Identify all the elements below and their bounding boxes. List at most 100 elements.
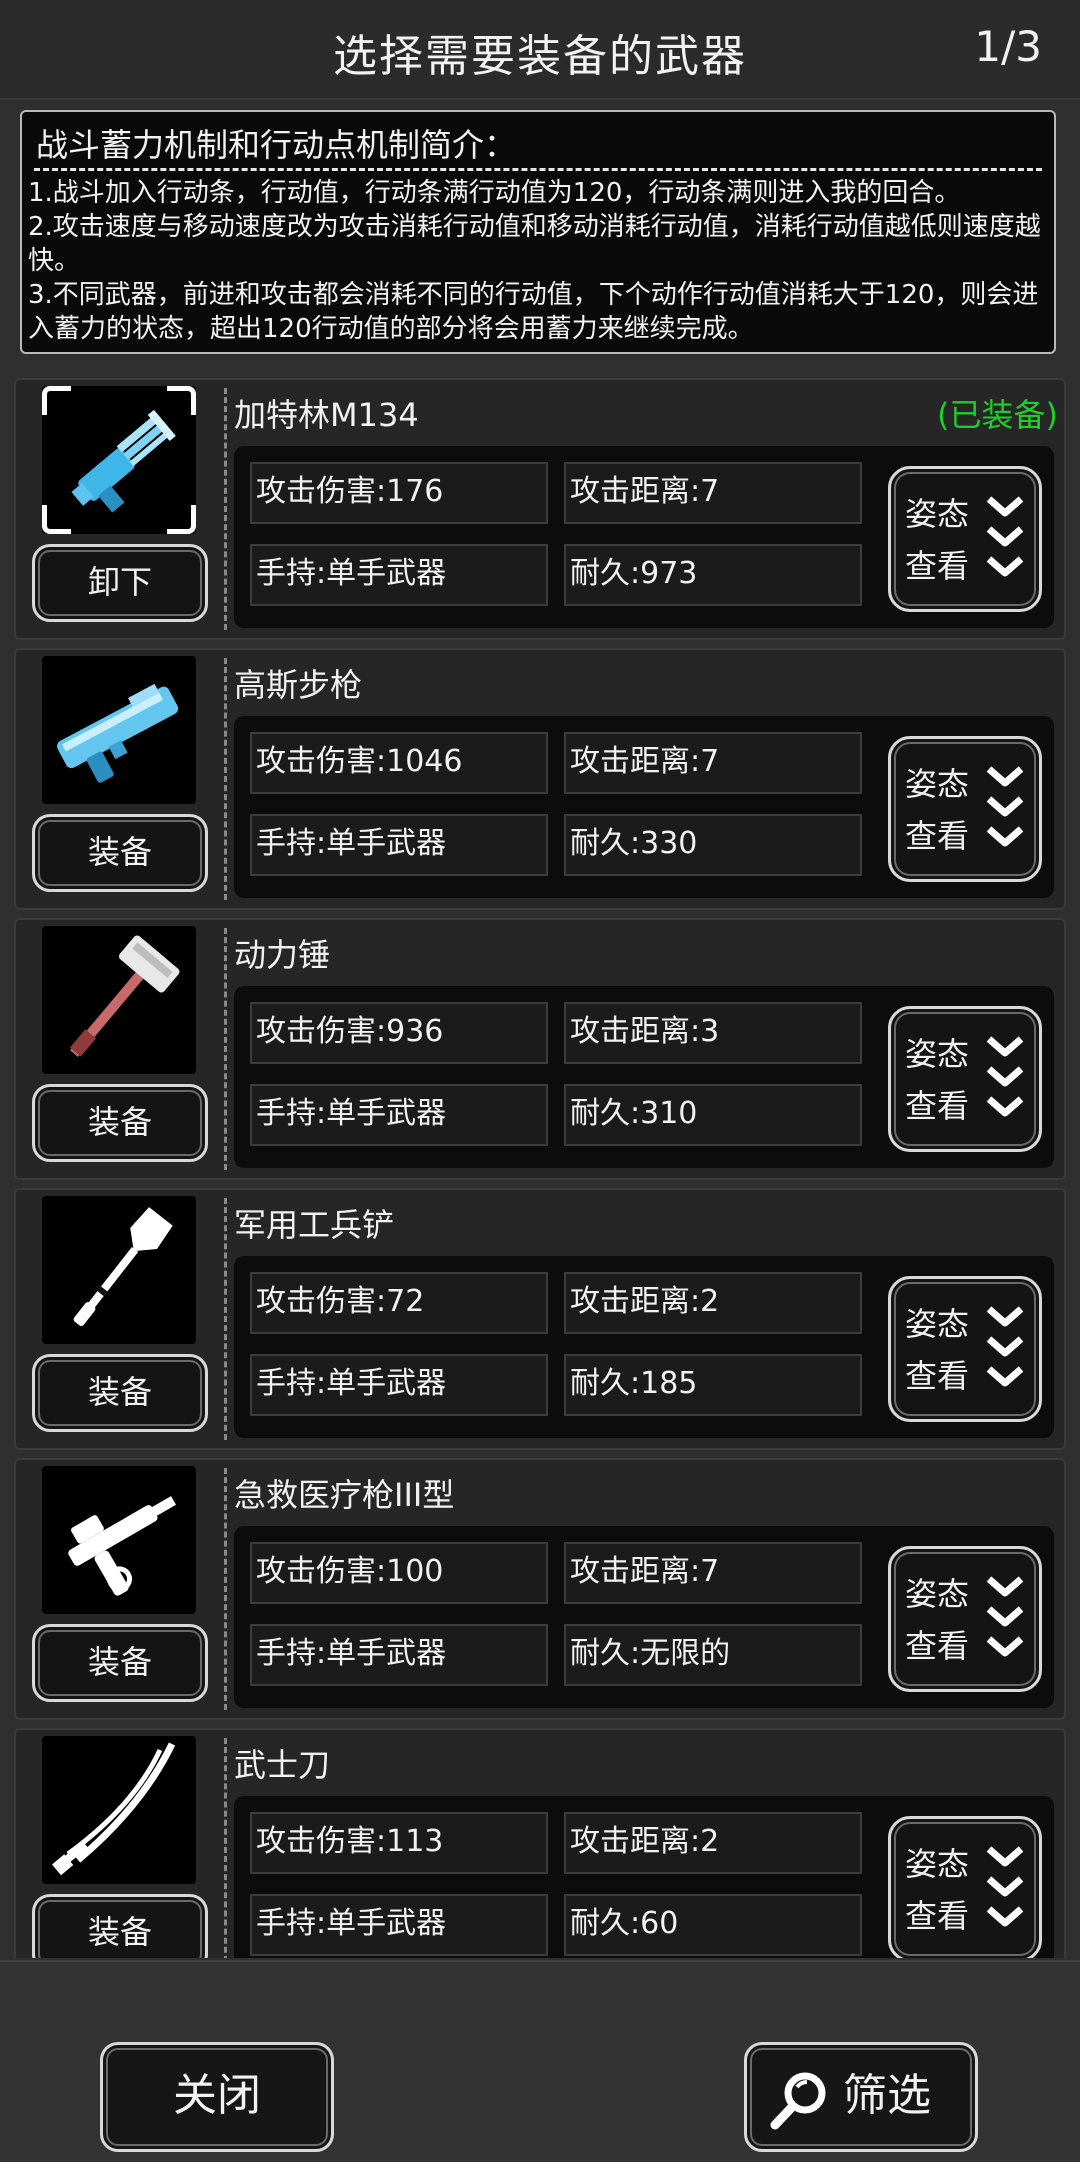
equipped-badge: (已装备)	[937, 396, 1058, 434]
weapon-name: 高斯步枪	[234, 666, 363, 704]
pose-label: 姿态	[905, 1845, 970, 1883]
view-pose-button[interactable]: 姿态 查看	[888, 1006, 1042, 1152]
close-button[interactable]: 关闭	[100, 2042, 334, 2152]
hold-type: 手持:单手武器	[250, 1624, 548, 1686]
intro-divider	[34, 168, 1042, 171]
intro-text: 1.战斗加入行动条，行动值，行动条满行动值为120，行动条满则进入我的回合。 2…	[28, 176, 1048, 346]
weapon-thumbnail[interactable]	[42, 386, 196, 534]
page-title: 选择需要装备的武器	[333, 31, 747, 82]
durability: 耐久:330	[564, 814, 862, 876]
hold-type: 手持:单手武器	[250, 544, 548, 606]
attack-damage: 攻击伤害:936	[250, 1002, 548, 1064]
weapon-card: 装备 高斯步枪 攻击伤害:1046 攻击距离:7 手持:单手武器 耐久:330 …	[14, 648, 1066, 910]
attack-damage: 攻击伤害:100	[250, 1542, 548, 1604]
power-hammer-icon	[69, 935, 180, 1057]
chevron-down-icon	[986, 766, 1024, 847]
weapon-name: 武士刀	[234, 1746, 331, 1784]
weapon-thumbnail[interactable]	[42, 926, 196, 1074]
view-label: 查看	[905, 1357, 970, 1395]
hold-type: 手持:单手武器	[250, 1894, 548, 1956]
view-pose-button[interactable]: 姿态 查看	[888, 1276, 1042, 1422]
durability: 耐久:60	[564, 1894, 862, 1956]
view-label: 查看	[905, 1627, 970, 1665]
weapon-stats: 攻击伤害:72 攻击距离:2 手持:单手武器 耐久:185 姿态 查看	[234, 1256, 1054, 1438]
chevron-down-icon	[986, 1576, 1024, 1657]
view-label: 查看	[905, 817, 970, 855]
weapon-stats: 攻击伤害:100 攻击距离:7 手持:单手武器 耐久:无限的 姿态 查看	[234, 1526, 1054, 1708]
weapon-card: 装备 军用工兵铲 攻击伤害:72 攻击距离:2 手持:单手武器 耐久:185 姿…	[14, 1188, 1066, 1450]
pose-label: 姿态	[905, 1305, 970, 1343]
pose-label: 姿态	[905, 765, 970, 803]
filter-label: 筛选	[843, 2070, 931, 2121]
weapon-card: 卸下 加特林M134 (已装备) 攻击伤害:176 攻击距离:7 手持:单手武器…	[14, 378, 1066, 640]
hold-type: 手持:单手武器	[250, 1354, 548, 1416]
chevron-down-icon	[986, 1846, 1024, 1927]
intro-title: 战斗蓄力机制和行动点机制简介：	[36, 126, 517, 164]
filter-button[interactable]: 筛选	[744, 2042, 978, 2152]
weapon-stats: 攻击伤害:1046 攻击距离:7 手持:单手武器 耐久:330 姿态 查看	[234, 716, 1054, 898]
chevron-down-icon	[986, 1306, 1024, 1387]
weapon-thumbnail[interactable]	[42, 1736, 196, 1884]
view-pose-button[interactable]: 姿态 查看	[888, 736, 1042, 882]
page-indicator: 1/3	[974, 22, 1042, 71]
unequip-button[interactable]: 卸下	[32, 544, 208, 622]
divider	[224, 1198, 227, 1440]
weapon-name: 加特林M134	[234, 396, 419, 434]
view-label: 查看	[905, 1087, 970, 1125]
attack-range: 攻击距离:2	[564, 1272, 862, 1334]
search-icon	[770, 2072, 826, 2130]
attack-range: 攻击距离:7	[564, 462, 862, 524]
weapon-list[interactable]: 卸下 加特林M134 (已装备) 攻击伤害:176 攻击距离:7 手持:单手武器…	[14, 378, 1066, 1958]
equip-button[interactable]: 装备	[32, 1894, 208, 1958]
weapon-card: 装备 武士刀 攻击伤害:113 攻击距离:2 手持:单手武器 耐久:60 姿态 …	[14, 1728, 1066, 1958]
view-pose-button[interactable]: 姿态 查看	[888, 1816, 1042, 1958]
equip-button[interactable]: 装备	[32, 1354, 208, 1432]
view-label: 查看	[905, 1897, 970, 1935]
footer-bar: 关闭 筛选	[0, 1960, 1080, 2162]
mechanics-intro-panel: 战斗蓄力机制和行动点机制简介： 1.战斗加入行动条，行动值，行动条满行动值为12…	[20, 110, 1056, 354]
chevron-down-icon	[986, 1036, 1024, 1117]
divider	[224, 388, 227, 630]
divider	[224, 1738, 227, 1958]
pose-label: 姿态	[905, 1575, 970, 1613]
intro-line: 1.战斗加入行动条，行动值，行动条满行动值为120，行动条满则进入我的回合。	[28, 178, 961, 208]
attack-range: 攻击距离:2	[564, 1812, 862, 1874]
weapon-stats: 攻击伤害:176 攻击距离:7 手持:单手武器 耐久:973 姿态 查看	[234, 446, 1054, 628]
gatling-gun-icon	[71, 409, 176, 513]
weapon-card: 装备 动力锤 攻击伤害:936 攻击距离:3 手持:单手武器 耐久:310 姿态…	[14, 918, 1066, 1180]
divider	[224, 658, 227, 900]
gauss-rifle-icon	[57, 683, 179, 783]
weapon-name: 动力锤	[234, 936, 331, 974]
view-label: 查看	[905, 547, 970, 585]
view-pose-button[interactable]: 姿态 查看	[888, 1546, 1042, 1692]
weapon-name: 军用工兵铲	[234, 1206, 395, 1244]
katana-icon	[52, 1742, 176, 1876]
attack-damage: 攻击伤害:1046	[250, 732, 548, 794]
intro-line: 3.不同武器，前进和攻击都会消耗不同的行动值，下个动作行动值消耗大于120，则会…	[28, 280, 1039, 344]
attack-range: 攻击距离:3	[564, 1002, 862, 1064]
equip-button[interactable]: 装备	[32, 1624, 208, 1702]
hold-type: 手持:单手武器	[250, 1084, 548, 1146]
weapon-thumbnail[interactable]	[42, 1196, 196, 1344]
divider	[224, 928, 227, 1170]
intro-line: 2.攻击速度与移动速度改为攻击消耗行动值和移动消耗行动值，消耗行动值越低则速度越…	[28, 212, 1041, 276]
header-bar: 选择需要装备的武器 1/3	[0, 0, 1080, 100]
durability: 耐久:973	[564, 544, 862, 606]
weapon-card: 装备 急救医疗枪III型 攻击伤害:100 攻击距离:7 手持:单手武器 耐久:…	[14, 1458, 1066, 1720]
attack-range: 攻击距离:7	[564, 732, 862, 794]
shovel-icon	[73, 1207, 173, 1327]
view-pose-button[interactable]: 姿态 查看	[888, 466, 1042, 612]
equip-button[interactable]: 装备	[32, 814, 208, 892]
weapon-stats: 攻击伤害:936 攻击距离:3 手持:单手武器 耐久:310 姿态 查看	[234, 986, 1054, 1168]
durability: 耐久:310	[564, 1084, 862, 1146]
attack-damage: 攻击伤害:72	[250, 1272, 548, 1334]
attack-damage: 攻击伤害:113	[250, 1812, 548, 1874]
durability: 耐久:无限的	[564, 1624, 862, 1686]
weapon-thumbnail[interactable]	[42, 1466, 196, 1614]
chevron-down-icon	[986, 496, 1024, 577]
durability: 耐久:185	[564, 1354, 862, 1416]
pose-label: 姿态	[905, 1035, 970, 1073]
pose-label: 姿态	[905, 495, 970, 533]
equip-button[interactable]: 装备	[32, 1084, 208, 1162]
weapon-thumbnail[interactable]	[42, 656, 196, 804]
